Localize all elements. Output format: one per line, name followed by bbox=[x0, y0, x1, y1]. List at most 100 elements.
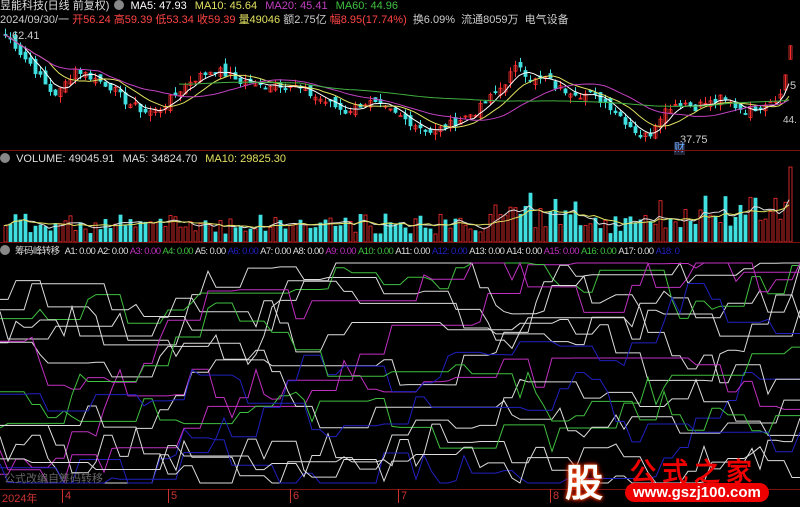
volume-bar bbox=[78, 222, 83, 242]
volume-bar bbox=[758, 219, 763, 242]
volume-bar bbox=[318, 222, 323, 242]
volume-bar bbox=[548, 210, 553, 242]
volume-bar bbox=[358, 214, 363, 242]
settings-icon[interactable] bbox=[114, 0, 125, 10]
volume-bar bbox=[273, 217, 278, 242]
indicator-value-a6: A6: 0.00 bbox=[227, 246, 259, 257]
quote-float: 流通8059万 bbox=[461, 14, 519, 26]
volume-bar bbox=[478, 231, 483, 242]
volume-bar bbox=[503, 214, 508, 242]
volume-bar bbox=[368, 225, 373, 242]
candle bbox=[38, 71, 43, 75]
volume-bar bbox=[683, 209, 688, 242]
settings-icon[interactable] bbox=[0, 245, 10, 255]
candle bbox=[263, 87, 268, 90]
volume-bar bbox=[773, 197, 778, 242]
candle bbox=[343, 109, 348, 114]
volume-bar bbox=[583, 225, 588, 242]
price-chart[interactable] bbox=[0, 28, 800, 150]
indicator-value-a10: A10: 0.00 bbox=[357, 246, 394, 257]
candle bbox=[398, 115, 403, 118]
candle bbox=[123, 92, 128, 105]
ma10-value: MA10: 45.64 bbox=[194, 0, 258, 12]
indicator-name[interactable]: 筹码峰转移 bbox=[15, 246, 60, 257]
indicator-value-a12: A12: 0.00 bbox=[431, 246, 468, 257]
volume-bar bbox=[598, 228, 603, 242]
volume-bar bbox=[448, 227, 453, 242]
quote-sector: 电气设备 bbox=[524, 14, 569, 26]
volume-bar bbox=[713, 216, 718, 242]
volume-bar bbox=[673, 221, 678, 242]
x-axis-tick bbox=[168, 489, 169, 503]
settings-icon[interactable] bbox=[0, 153, 10, 163]
x-axis-month: 7 bbox=[401, 490, 408, 502]
volume-bar bbox=[553, 198, 558, 242]
volume-bar bbox=[13, 214, 18, 242]
candle bbox=[143, 108, 148, 113]
volume-bar bbox=[753, 197, 758, 242]
volume-bar bbox=[248, 228, 253, 242]
volume-bar bbox=[288, 224, 293, 242]
volume-bar bbox=[433, 233, 438, 242]
volume-value: VOLUME: 49045.91 bbox=[16, 153, 115, 165]
volume-bar bbox=[623, 218, 628, 242]
volume-ma10: MA10: 29825.30 bbox=[205, 153, 286, 165]
volume-bar bbox=[718, 222, 723, 242]
volume-bar bbox=[153, 222, 158, 242]
indicator-footer-note: 公式改编自筹码转移 bbox=[4, 473, 103, 485]
volume-bar bbox=[268, 227, 273, 242]
candle bbox=[553, 81, 558, 89]
indicator-value-a16: A16: 0.00 bbox=[580, 246, 617, 257]
volume-bar bbox=[28, 232, 33, 242]
volume-bar bbox=[578, 225, 583, 242]
volume-bar bbox=[393, 224, 398, 242]
x-axis-month: 4 bbox=[65, 490, 72, 502]
indicator-value-a13: A13: 0.00 bbox=[469, 246, 505, 257]
volume-bar bbox=[438, 213, 443, 242]
volume-bar bbox=[238, 226, 243, 242]
volume-bar bbox=[728, 225, 733, 242]
indicator-value-a15: A15: 0.00 bbox=[543, 246, 580, 257]
volume-bar bbox=[768, 211, 773, 242]
indicator-value-a3: A3: 0.00 bbox=[129, 246, 161, 257]
volume-bar bbox=[533, 227, 538, 242]
volume-bar bbox=[788, 166, 793, 242]
stock-name[interactable]: 昱能科技(日线 前复权) bbox=[0, 0, 109, 12]
volume-bar bbox=[708, 214, 713, 242]
right-price-label-1: 5 bbox=[790, 80, 797, 92]
indicator-value-a4: A4: 0.00 bbox=[162, 246, 193, 257]
volume-bar bbox=[663, 227, 668, 242]
volume-bar bbox=[523, 205, 528, 242]
volume-bar bbox=[33, 225, 38, 242]
candle bbox=[223, 63, 228, 77]
x-axis-tick bbox=[290, 489, 291, 503]
volume-bar bbox=[563, 210, 568, 242]
volume-bar bbox=[143, 221, 148, 242]
volume-bar bbox=[83, 228, 88, 242]
candle bbox=[518, 62, 523, 68]
volume-bar bbox=[573, 201, 578, 242]
volume-bar bbox=[333, 225, 338, 242]
volume-bar bbox=[468, 228, 473, 242]
indicator-line-a8 bbox=[0, 294, 800, 382]
candle bbox=[618, 111, 623, 117]
volume-bar bbox=[98, 229, 103, 242]
volume-chart[interactable] bbox=[0, 166, 800, 242]
volume-bar bbox=[463, 224, 468, 242]
volume-bar bbox=[488, 213, 493, 242]
candle bbox=[573, 92, 578, 96]
finance-marker[interactable]: 财 bbox=[674, 142, 685, 155]
pane-divider bbox=[0, 150, 800, 151]
candle bbox=[103, 81, 108, 87]
volume-bar bbox=[348, 220, 353, 242]
volume-bar bbox=[263, 230, 268, 242]
volume-bar bbox=[473, 230, 478, 242]
candle bbox=[628, 121, 633, 128]
quote-line: 2024/09/30/一 开56.24 高59.39 低53.34 收59.39… bbox=[0, 14, 574, 27]
volume-bar bbox=[233, 227, 238, 242]
watermark-url: www.gszj100.com bbox=[625, 483, 769, 502]
volume-bar bbox=[528, 192, 533, 242]
volume-bar bbox=[413, 218, 418, 242]
quote-change: 幅8.95(17.74%) bbox=[329, 14, 407, 26]
volume-bar bbox=[168, 215, 173, 242]
